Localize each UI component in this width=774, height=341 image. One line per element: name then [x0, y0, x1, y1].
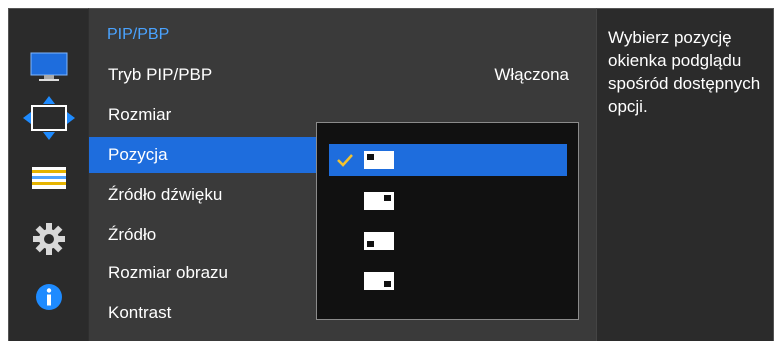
rail-item-pip[interactable]: [9, 94, 89, 142]
info-icon: [36, 284, 62, 310]
position-dropdown: [316, 122, 579, 320]
position-option-bottom-left[interactable]: [329, 225, 567, 257]
rail-item-system[interactable]: [9, 154, 89, 202]
menu-item-label: Pozycja: [108, 145, 168, 164]
menu-item-label: Tryb PIP/PBP: [108, 65, 213, 84]
pip-list-icon: [32, 167, 66, 189]
menu-item-label: Źródło dźwięku: [108, 185, 223, 204]
menu-item-label: Źródło: [108, 225, 157, 244]
menu-item-label: Rozmiar: [108, 105, 172, 124]
help-text: Wybierz pozycję okienka podglądu spośród…: [608, 28, 761, 116]
rail-item-picture[interactable]: [9, 43, 89, 91]
gear-icon: [33, 223, 65, 255]
position-option-top-left[interactable]: [329, 144, 567, 176]
position-bottom-left-icon: [364, 232, 394, 250]
osd-menu: PIP/PBP Tryb PIP/PBP Włączona Rozmiar Po…: [0, 0, 774, 341]
checkmark-icon: [337, 154, 353, 167]
menu-item-label: Rozmiar obrazu: [108, 263, 228, 282]
position-bottom-right-icon: [364, 272, 394, 290]
position-top-left-icon: [364, 151, 394, 169]
monitor-icon: [30, 52, 68, 81]
menu-item-value: Włączona: [494, 65, 569, 84]
position-option-bottom-right[interactable]: [329, 265, 567, 297]
help-panel: Wybierz pozycję okienka podglądu spośród…: [596, 8, 774, 341]
menu-item-pip-mode[interactable]: Tryb PIP/PBP Włączona: [89, 57, 597, 93]
position-top-right-icon: [364, 192, 394, 210]
category-rail: [8, 8, 88, 341]
menu-item-label: Kontrast: [108, 303, 172, 322]
size-adjust-icon: [23, 96, 75, 140]
position-option-top-right[interactable]: [329, 185, 567, 217]
rail-item-info[interactable]: [9, 273, 89, 321]
menu-item-position[interactable]: Pozycja: [89, 137, 321, 173]
menu-title: PIP/PBP: [107, 26, 170, 43]
rail-item-settings[interactable]: [9, 215, 89, 263]
